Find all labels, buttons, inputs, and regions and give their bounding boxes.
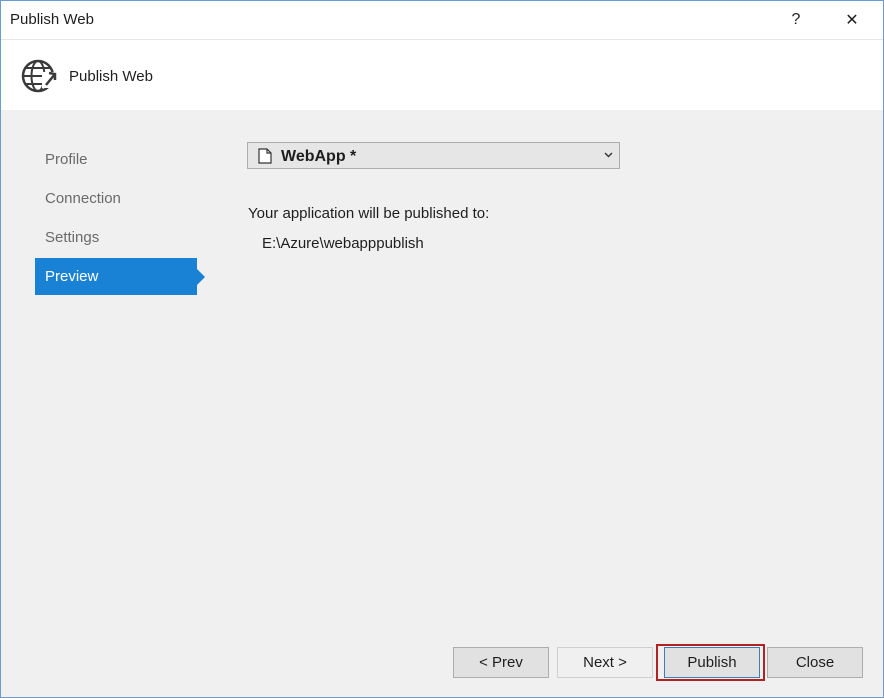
nav-item-connection[interactable]: Connection	[35, 180, 207, 217]
document-icon	[258, 148, 272, 164]
nav-item-settings[interactable]: Settings	[35, 219, 207, 256]
help-button[interactable]: ?	[773, 1, 819, 39]
published-to-label: Your application will be published to:	[248, 205, 490, 222]
window-title: Publish Web	[10, 11, 94, 28]
published-path: E:\Azure\webapppublish	[262, 235, 424, 252]
close-window-button[interactable]: ✕	[829, 1, 875, 39]
nav-item-profile[interactable]: Profile	[35, 141, 207, 178]
dialog-header: Publish Web	[1, 39, 883, 110]
profile-dropdown-value: WebApp *	[281, 148, 357, 165]
next-button[interactable]: Next >	[557, 647, 653, 678]
close-button[interactable]: Close	[767, 647, 863, 678]
nav-item-preview[interactable]: Preview	[35, 258, 205, 295]
publish-web-dialog: Publish Web ? ✕ Publish Web Profile Conn…	[0, 0, 884, 698]
wizard-nav: Profile Connection Settings Preview	[35, 141, 207, 297]
chevron-down-icon	[604, 152, 613, 158]
profile-dropdown[interactable]: WebApp *	[247, 142, 620, 169]
prev-button[interactable]: < Prev	[453, 647, 549, 678]
title-bar: Publish Web ? ✕	[1, 1, 883, 39]
publish-button[interactable]: Publish	[664, 647, 760, 678]
globe-publish-icon	[21, 59, 58, 93]
header-title: Publish Web	[69, 68, 153, 85]
